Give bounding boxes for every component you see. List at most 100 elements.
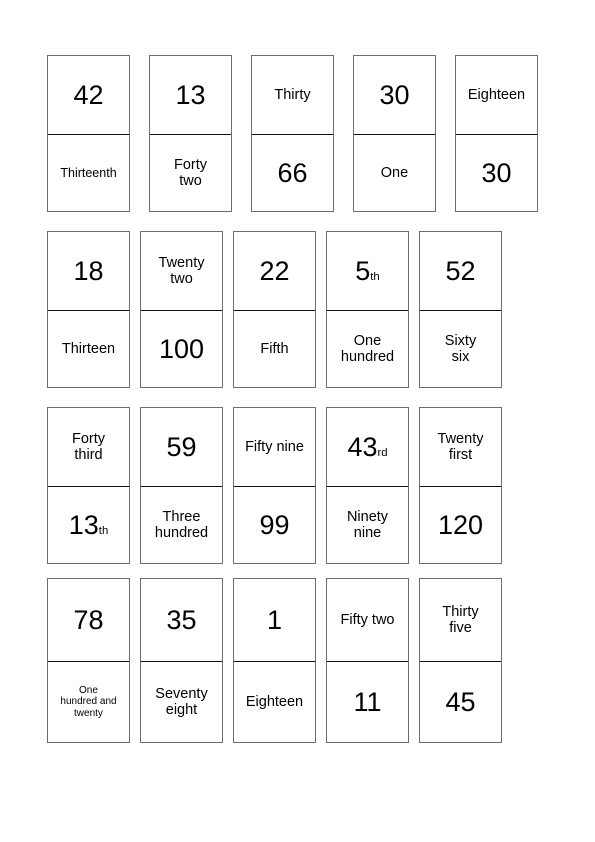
- domino-card-row: Forty third 13th 59 Three hundred Fifty nine…: [47, 407, 502, 564]
- domino-card-row: 78 One hundred and twenty 35 Seventy eight 1…: [47, 578, 502, 743]
- domino-card-top-half: 18: [48, 232, 129, 311]
- domino-card[interactable]: Forty third 13th: [47, 407, 130, 564]
- domino-card-top-half: 1: [234, 579, 315, 662]
- domino-card[interactable]: Twenty first 120: [419, 407, 502, 564]
- domino-card-top-half: Fifty nine: [234, 408, 315, 487]
- domino-card[interactable]: 52 Sixty six: [419, 231, 502, 388]
- domino-card-top-half: 35: [141, 579, 222, 662]
- domino-card-bottom-half: 66: [252, 135, 333, 211]
- domino-cell-text: Twenty two: [158, 254, 205, 287]
- domino-card[interactable]: Eighteen 30: [455, 55, 538, 212]
- domino-cell-text: 43rd: [347, 431, 388, 462]
- domino-card-top-half: 59: [141, 408, 222, 487]
- domino-card-bottom-half: 45: [420, 662, 501, 742]
- domino-cell-text: 59: [166, 431, 197, 462]
- domino-cell-text: Fifty two: [340, 611, 395, 628]
- domino-card[interactable]: 30 One: [353, 55, 436, 212]
- domino-card-top-half: Forty third: [48, 408, 129, 487]
- domino-card-top-half: 43rd: [327, 408, 408, 487]
- domino-cell-text: Thirteen: [61, 340, 116, 357]
- domino-cell-text: Thirty five: [442, 603, 479, 636]
- domino-cell-text: Fifth: [260, 340, 289, 357]
- domino-card[interactable]: 18 Thirteen: [47, 231, 130, 388]
- domino-card-bottom-half: Forty two: [150, 135, 231, 211]
- domino-cell-text: 22: [259, 255, 290, 286]
- domino-card-top-half: 52: [420, 232, 501, 311]
- domino-card-top-half: Thirty: [252, 56, 333, 135]
- domino-cell-text: Eighteen: [245, 693, 304, 710]
- domino-cell-text: Forty third: [71, 430, 106, 463]
- domino-card-bottom-half: Thirteenth: [48, 135, 129, 211]
- domino-cell-text: Fifty nine: [245, 438, 304, 455]
- ordinal-suffix: th: [98, 524, 109, 537]
- domino-card-bottom-half: Eighteen: [234, 662, 315, 742]
- domino-card-bottom-half: Three hundred: [141, 487, 222, 563]
- domino-card[interactable]: Thirty 66: [251, 55, 334, 212]
- domino-cell-text: 5th: [355, 255, 380, 286]
- domino-card-bottom-half: One hundred: [327, 311, 408, 387]
- domino-card[interactable]: Thirty five 45: [419, 578, 502, 743]
- domino-card-bottom-half: Fifth: [234, 311, 315, 387]
- domino-cell-text: 35: [166, 604, 197, 635]
- domino-card-bottom-half: Thirteen: [48, 311, 129, 387]
- domino-card-top-half: Twenty first: [420, 408, 501, 487]
- worksheet-page: 42 Thirteenth 13 Forty two Thirty 66 30 One Eigh…: [0, 0, 595, 842]
- domino-card-top-half: 30: [354, 56, 435, 135]
- domino-cell-text: One: [380, 164, 409, 181]
- domino-card[interactable]: 5th One hundred: [326, 231, 409, 388]
- domino-card[interactable]: 13 Forty two: [149, 55, 232, 212]
- domino-card[interactable]: 59 Three hundred: [140, 407, 223, 564]
- domino-card-bottom-half: Seventy eight: [141, 662, 222, 742]
- domino-card-bottom-half: 11: [327, 662, 408, 742]
- domino-card[interactable]: 35 Seventy eight: [140, 578, 223, 743]
- domino-cell-text: 30: [481, 157, 512, 188]
- domino-card-top-half: 5th: [327, 232, 408, 311]
- domino-card-bottom-half: 30: [456, 135, 537, 211]
- domino-cell-text: 120: [437, 509, 484, 540]
- domino-cell-text: Twenty first: [437, 430, 484, 463]
- domino-card-bottom-half: Sixty six: [420, 311, 501, 387]
- domino-cell-text: Three hundred: [154, 508, 209, 541]
- domino-card-bottom-half: 100: [141, 311, 222, 387]
- domino-card-top-half: Twenty two: [141, 232, 222, 311]
- domino-cell-text: 11: [353, 686, 382, 717]
- domino-card-row: 42 Thirteenth 13 Forty two Thirty 66 30 One Eigh…: [47, 55, 538, 212]
- domino-card[interactable]: 43rd Ninety nine: [326, 407, 409, 564]
- domino-cell-text: 66: [277, 157, 308, 188]
- domino-card[interactable]: Fifty nine 99: [233, 407, 316, 564]
- domino-card-bottom-half: One hundred and twenty: [48, 662, 129, 742]
- domino-cell-text: 13: [175, 79, 206, 110]
- domino-cell-text: Thirteenth: [60, 165, 117, 180]
- domino-cell-text: One hundred and twenty: [60, 685, 117, 719]
- domino-card-top-half: Thirty five: [420, 579, 501, 662]
- domino-cell-text: 13th: [68, 509, 109, 540]
- domino-card[interactable]: 42 Thirteenth: [47, 55, 130, 212]
- domino-card-bottom-half: One: [354, 135, 435, 211]
- domino-cell-text: 42: [73, 79, 104, 110]
- domino-cell-text: 1: [266, 604, 283, 635]
- domino-card-bottom-half: 99: [234, 487, 315, 563]
- domino-cell-text: 45: [445, 686, 476, 717]
- domino-card-row: 18 Thirteen Twenty two 100 22 Fifth 5th One hun…: [47, 231, 502, 388]
- domino-cell-text: Seventy eight: [155, 685, 208, 718]
- domino-cell-text: Forty two: [173, 156, 208, 189]
- ordinal-suffix: rd: [377, 446, 388, 459]
- domino-cell-text: One hundred: [340, 332, 395, 365]
- domino-card[interactable]: Twenty two 100: [140, 231, 223, 388]
- domino-card[interactable]: 1 Eighteen: [233, 578, 316, 743]
- domino-card-top-half: Fifty two: [327, 579, 408, 662]
- domino-card[interactable]: Fifty two 11: [326, 578, 409, 743]
- domino-card-top-half: 22: [234, 232, 315, 311]
- domino-card[interactable]: 22 Fifth: [233, 231, 316, 388]
- domino-cell-text: 52: [445, 255, 476, 286]
- domino-cell-text: Sixty six: [444, 332, 477, 365]
- domino-cell-text: 30: [379, 79, 410, 110]
- domino-cell-text: 100: [158, 333, 205, 364]
- domino-card[interactable]: 78 One hundred and twenty: [47, 578, 130, 743]
- domino-card-bottom-half: Ninety nine: [327, 487, 408, 563]
- domino-cell-text: 78: [73, 604, 104, 635]
- domino-card-top-half: 78: [48, 579, 129, 662]
- domino-cell-text: Eighteen: [467, 86, 526, 103]
- domino-card-bottom-half: 13th: [48, 487, 129, 563]
- domino-card-top-half: Eighteen: [456, 56, 537, 135]
